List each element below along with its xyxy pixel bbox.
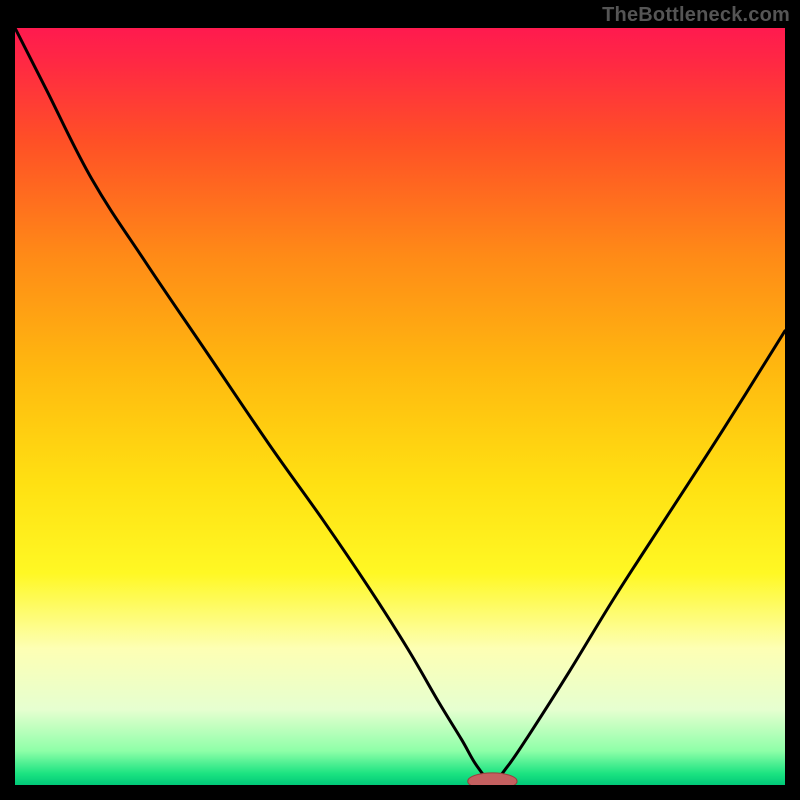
gradient-background xyxy=(15,28,785,785)
plot-area xyxy=(15,28,785,785)
chart-stage: TheBottleneck.com xyxy=(0,0,800,800)
watermark-text: TheBottleneck.com xyxy=(602,4,790,27)
bottleneck-chart xyxy=(15,28,785,785)
